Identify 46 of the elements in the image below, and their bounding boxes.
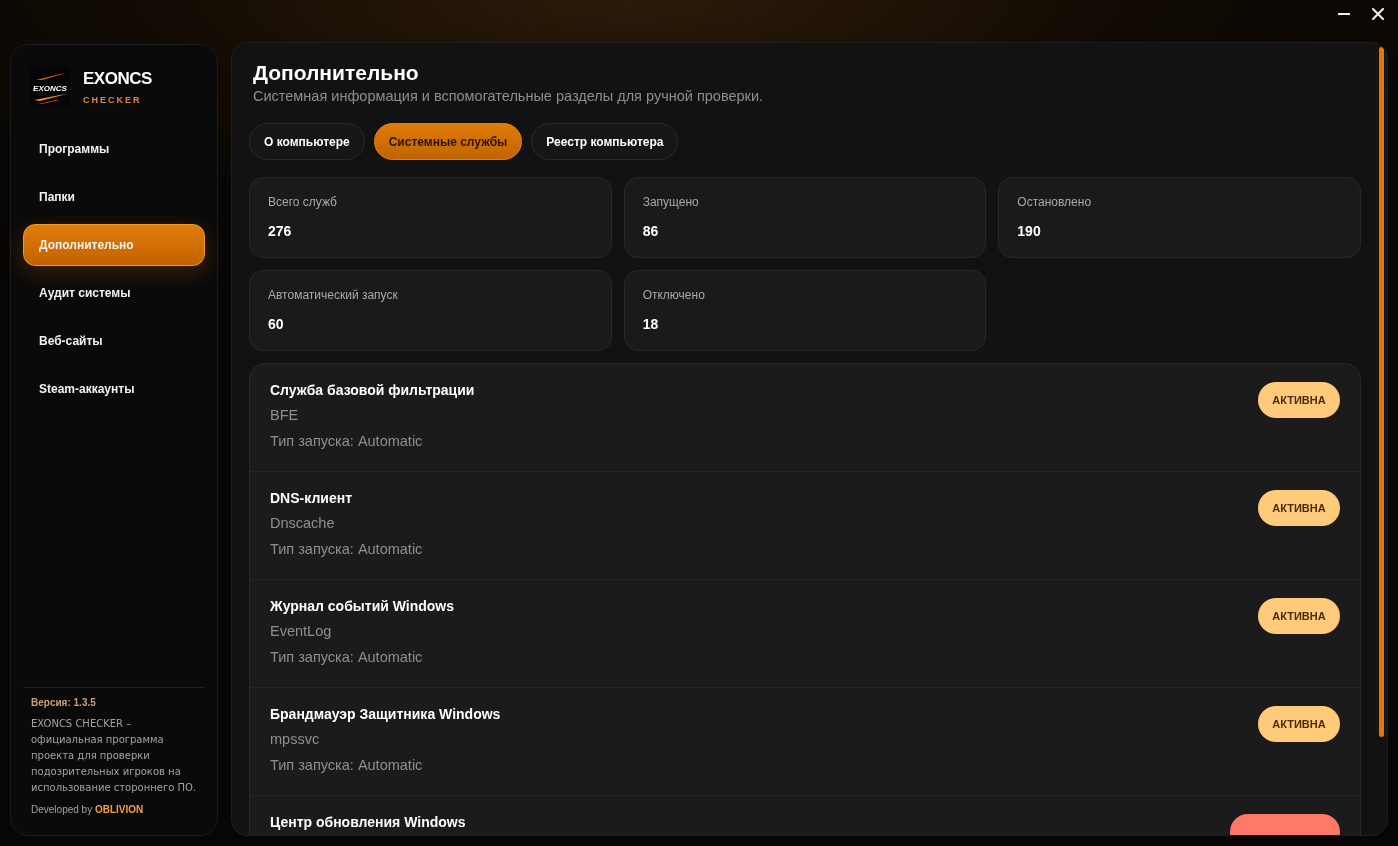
stat-label: Отключено: [642, 288, 706, 302]
service-name: DNS-клиент: [270, 489, 353, 507]
status-badge: АКТИВНА: [1258, 598, 1340, 634]
startup-type: Тип запуска: Automatic: [270, 648, 424, 667]
tab[interactable]: Системные службы: [373, 123, 523, 160]
app-name: EXONCS: [83, 69, 152, 89]
status-badge: АКТИВНА: [1258, 706, 1340, 742]
scrollbar-thumb[interactable]: [1379, 47, 1384, 737]
stat-label: Всего служб: [268, 195, 338, 209]
developer-credit: Developed by OBLIVION: [31, 804, 145, 815]
sidebar-item[interactable]: Веб-сайты: [23, 320, 205, 362]
app-description: EXONCS CHECKER – официальная программа проекта для проверки подозрительных игроков на использование стороннего ПО.: [31, 717, 198, 795]
sidebar-item[interactable]: Steam-аккаунты: [23, 368, 205, 410]
minimize-icon[interactable]: [1338, 12, 1350, 15]
logo: EXONCS: [30, 67, 70, 107]
service-name: Журнал событий Windows: [270, 597, 455, 615]
service-name: Служба базовой фильтрации: [270, 381, 475, 399]
status-badge: АКТИВНА: [1258, 382, 1340, 418]
page-title: Дополнительно: [253, 60, 420, 86]
sidebar-item[interactable]: Программы: [23, 128, 205, 170]
service-id: mpssvc: [270, 730, 321, 749]
stat-value: 190: [1017, 223, 1042, 239]
stat-value: 60: [268, 316, 285, 332]
stat-label: Запущено: [642, 195, 700, 209]
stat-value: 86: [642, 223, 660, 239]
stat-value: 276: [268, 223, 293, 239]
page-subtitle: Системная информация и вспомогательные разделы для ручной проверки.: [253, 88, 765, 104]
close-icon[interactable]: [1372, 7, 1384, 20]
stat-value: 18: [642, 316, 660, 332]
startup-type: Тип запуска: Automatic: [270, 756, 424, 775]
status-badge: АКТИВНА: [1258, 490, 1340, 526]
version-label: Версия: 1.3.5: [31, 697, 97, 708]
stat-label: Автоматический запуск: [268, 288, 399, 302]
tab[interactable]: Реестр компьютера: [531, 123, 679, 160]
service-name: Брандмауэр Защитника Windows: [270, 705, 501, 723]
sidebar-item[interactable]: Папки: [23, 176, 205, 218]
startup-type: Тип запуска: Automatic: [270, 432, 424, 451]
service-id: BFE: [270, 406, 300, 425]
service-name: Центр обновления Windows: [270, 813, 466, 831]
sidebar-item[interactable]: Аудит системы: [23, 272, 205, 314]
stat-label: Остановлено: [1017, 195, 1093, 209]
startup-type: Тип запуска: Automatic: [270, 540, 423, 559]
tab[interactable]: О компьютере: [249, 123, 365, 160]
app-subtitle: CHECKER: [83, 95, 143, 105]
service-id: Dnscache: [270, 514, 336, 533]
service-id: EventLog: [270, 622, 333, 641]
